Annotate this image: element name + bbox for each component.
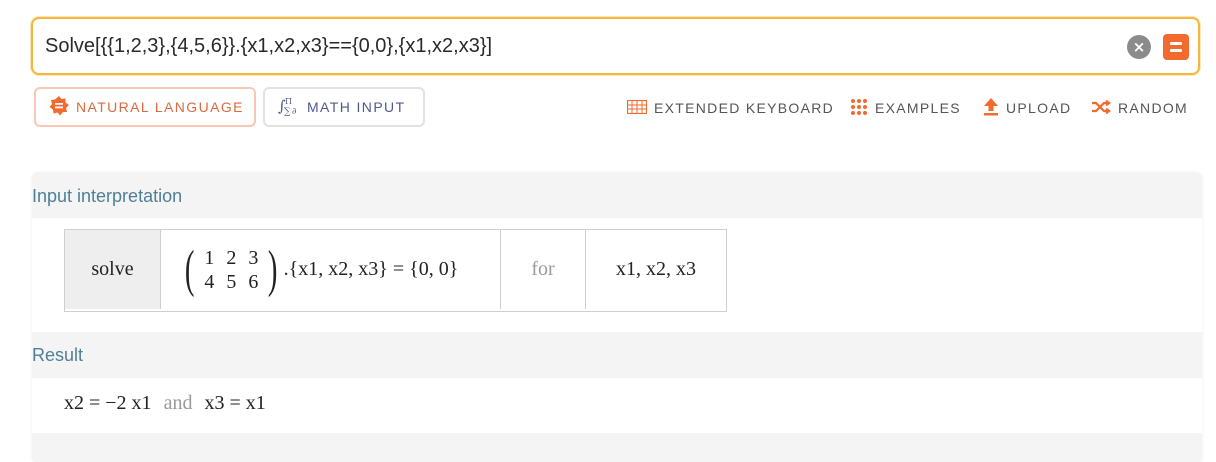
for-cell: for [500,230,585,309]
upload-button[interactable]: UPLOAD [983,97,1071,119]
compute-button[interactable] [1163,34,1189,60]
matrix-entry: 2 [226,246,237,269]
result-right: x3 = x1 [204,391,266,414]
extended-keyboard-label: EXTENDED KEYBOARD [654,100,835,116]
clear-button[interactable]: × [1127,35,1151,59]
natural-language-button[interactable]: NATURAL LANGUAGE [34,87,256,127]
left-paren: ( [184,240,195,298]
close-icon: × [1132,38,1146,56]
solve-cell: solve [65,230,160,309]
result-expression: x2 = −2 x1 and x3 = x1 [64,389,266,417]
result-and: and [163,391,193,414]
right-paren: ) [268,240,278,298]
math-input-button[interactable]: ∫ π ∑∂ MATH INPUT [263,87,425,127]
pod-title-input-interpretation: Input interpretation [32,186,183,206]
matrix-entry: 1 [204,246,215,269]
natural-language-label: NATURAL LANGUAGE [76,99,244,115]
examples-button[interactable]: EXAMPLES [850,97,961,119]
variables-cell: x1, x2, x3 [585,230,726,309]
matrix: ( 1 2 3 4 5 6 ) [181,240,282,298]
math-input-icon: ∫ π ∑∂ [278,96,300,119]
matrix-entry: 3 [248,246,259,269]
matrix-entry: 5 [226,270,237,293]
upload-label: UPLOAD [1006,100,1072,116]
search-input[interactable]: Solve[{{1,2,3},{4,5,6}}.{x1,x2,x3}=={0,0… [31,17,1200,75]
expression-tail: .{x1, x2, x3} = {0, 0} [283,258,459,280]
expression-cell: ( 1 2 3 4 5 6 ) .{x1, x2, x3} = {0, 0} [160,230,500,309]
result-left: x2 = −2 x1 [64,391,152,414]
random-button[interactable]: RANDOM [1091,97,1188,119]
svg-text:∑∂: ∑∂ [284,107,298,116]
matrix-grid: 1 2 3 4 5 6 [198,246,264,294]
upload-icon [983,97,999,119]
svg-text:π: π [285,97,293,106]
natural-language-icon [49,95,69,119]
pod-title-result: Result [32,345,84,365]
examples-label: EXAMPLES [875,100,961,116]
matrix-entry: 4 [204,270,215,293]
search-query-text[interactable]: Solve[{{1,2,3},{4,5,6}}.{x1,x2,x3}=={0,0… [45,19,492,73]
shuffle-icon [1091,99,1112,117]
random-label: RANDOM [1118,100,1189,116]
input-interpretation-table: solve ( 1 2 3 4 5 6 ) .{x1, x2, x3} = {0… [64,229,727,312]
math-input-label: MATH INPUT [307,99,406,115]
examples-icon [850,98,868,119]
keyboard-icon [626,99,648,117]
extended-keyboard-button[interactable]: EXTENDED KEYBOARD [626,97,835,119]
matrix-entry: 6 [248,270,259,293]
